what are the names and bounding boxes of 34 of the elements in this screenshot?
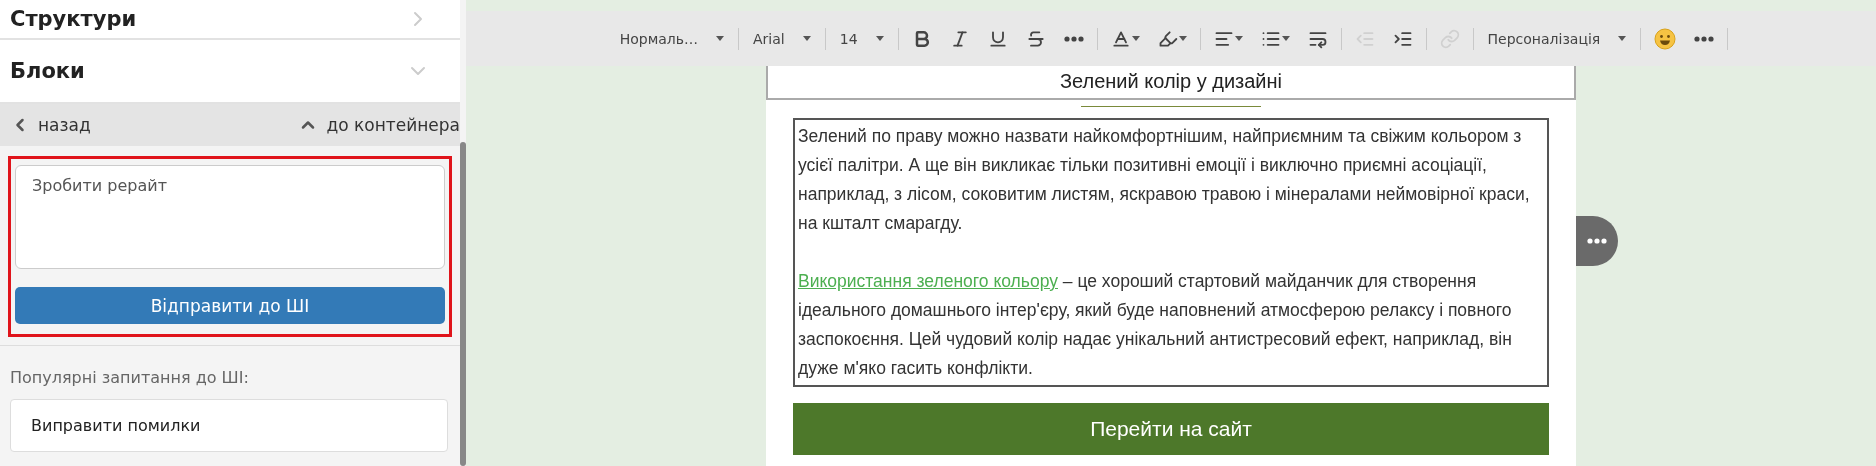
container-label: до контейнера [326,115,460,135]
format-dropdown[interactable]: Нормаль… [613,26,731,51]
text-color-icon [1110,28,1131,49]
paragraph: Використання зеленого кольору – це хороший стартовий майданчик для створення ідеального домашнього інтер'єру, який буде наповнений атмосферою релаксу і повного заспокоєння. Цей чудовий колір надає унікальний антистресовий ефект, наприклад, він дуже м'яко гасить конфлікти. [798,270,1513,380]
prompt-field[interactable]: Зробити рерайт [15,165,445,269]
caret-icon [1131,36,1140,41]
container-link[interactable]: до контейнера [298,115,460,135]
section-title: Блоки [10,59,85,83]
send-button[interactable]: Відправити до ШІ [15,287,445,324]
caret-icon [1281,36,1290,41]
more-icon [1587,238,1607,244]
section-label: Популярні запитання до ШІ: [10,368,250,387]
section-title: Структури [10,7,137,31]
format-dropdown[interactable]: 14 [833,26,890,51]
block-menu-button[interactable] [1576,216,1618,266]
cta-button[interactable]: Перейти на сайт [793,403,1549,455]
format-dropdown[interactable]: Arial [747,26,817,51]
format-dropdown[interactable]: Персоналізація [1481,26,1633,51]
caret-icon [1234,36,1243,41]
caret-icon [875,36,884,41]
heading: Зелений колір у дизайні [766,66,1576,100]
caret-icon [802,36,811,41]
caret-icon [716,36,725,41]
back-label: назад [38,115,91,135]
paragraph: Зелений по праву можно назвати найкомфортнішим, найприємним та свіжим кольором з усієї палітри. А ще він викликає тільки позитивні емоції і виключно приємні асоціації, наприклад, з лісом, соковитим листям, яскравою травою і мінералами неймовірної краси, на кшталт смарагду. [798,125,1531,235]
more-icon [1063,35,1084,42]
caret-icon [1618,36,1627,41]
more-icon [1694,35,1715,42]
suggestion-item[interactable]: Виправити помилки [10,399,448,452]
smiley-icon [1654,27,1677,50]
back-link[interactable]: назад [10,115,91,135]
caret-icon [1178,36,1187,41]
highlighter-icon [1157,28,1178,49]
link-icon [1439,28,1460,49]
